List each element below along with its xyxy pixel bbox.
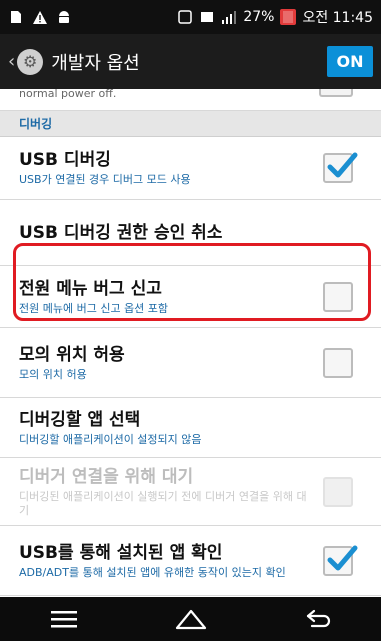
usb-debugging-checkbox[interactable] [323,152,358,183]
verify-apps-checkbox[interactable] [323,545,358,576]
warning-icon [32,9,48,25]
android-icon [56,9,72,25]
checkbox[interactable] [319,89,353,97]
page-title: 개발자 옵션 [51,52,140,74]
settings-gear-icon[interactable]: ⚙ [17,48,44,75]
signal-icon [221,9,237,25]
navigation-bar [0,597,381,641]
list-item-partial: normal power off. [0,89,381,111]
menu-icon[interactable] [34,597,94,641]
setting-title: USB 디버깅 [19,150,111,170]
section-header-debugging: 디버깅 [0,111,381,137]
setting-title: USB를 통해 설치된 앱 확인 [19,542,223,563]
battery-icon [280,9,297,25]
checkmark-icon [327,545,358,570]
setting-wait-for-debugger: 디버거 연결을 위해 대기 디버깅된 애플리케이션이 실행되기 전에 디버거 연… [0,458,381,526]
developer-options-toggle[interactable]: ON [327,46,373,77]
setting-subtitle: 모의 위치 허용 [19,367,87,381]
setting-subtitle: USB가 연결된 경우 디버그 모드 사용 [19,173,191,186]
setting-title: USB 디버깅 권한 승인 취소 [19,222,223,243]
setting-title: 디버깅할 앱 선택 [19,409,141,430]
setting-subtitle: 전원 메뉴에 버그 신고 옵션 포함 [19,301,169,315]
bug-report-checkbox[interactable] [323,281,353,312]
setting-usb-debugging[interactable]: USB 디버깅 USB가 연결된 경우 디버그 모드 사용 [0,137,381,200]
checkmark-icon [327,152,358,178]
battery-percent: 27% [243,9,275,25]
mock-locations-checkbox[interactable] [323,347,353,378]
setting-select-debug-app[interactable]: 디버깅할 앱 선택 디버깅할 애플리케이션이 설정되지 않음 [0,398,381,458]
wait-for-debugger-checkbox [323,476,353,507]
setting-allow-mock-locations[interactable]: 모의 위치 허용 모의 위치 허용 [0,328,381,398]
action-bar: ‹ ⚙ 개발자 옵션 ON [0,34,381,89]
setting-subtitle: 디버깅된 애플리케이션이 실행되기 전에 디버거 연결을 위해 대기 [19,489,307,517]
nfc-icon [177,9,193,25]
chevron-left-icon[interactable]: ‹ [8,51,15,72]
setting-revoke-usb-auth[interactable]: USB 디버깅 권한 승인 취소 [0,200,381,266]
setting-subtitle: 디버깅할 애플리케이션이 설정되지 않음 [19,432,202,446]
setting-verify-apps-over-usb[interactable]: USB를 통해 설치된 앱 확인 ADB/ADT를 통해 설치된 앱에 유해한 … [0,526,381,596]
setting-bug-report-power-menu[interactable]: 전원 메뉴 버그 신고 전원 메뉴에 버그 신고 옵션 포함 [0,266,381,328]
screenshot-icon [199,9,215,25]
setting-subtitle: ADB/ADT를 통해 설치된 앱에 유해한 동작이 있는지 확인 [19,565,286,579]
setting-title: 모의 위치 허용 [19,344,125,365]
back-icon[interactable] [288,597,348,641]
section-title: 디버깅 [19,117,53,131]
status-bar: 27% 오전 11:45 [0,0,381,34]
settings-list[interactable]: normal power off. 디버깅 USB 디버깅 USB가 연결된 경… [0,89,381,597]
clock: 오전 11:45 [302,10,373,26]
setting-title: 전원 메뉴 버그 신고 [19,278,162,299]
sim-icon [8,9,24,25]
setting-title: 디버거 연결을 위해 대기 [19,466,194,487]
partial-row-subtitle: normal power off. [19,89,117,100]
home-icon[interactable] [161,597,221,641]
